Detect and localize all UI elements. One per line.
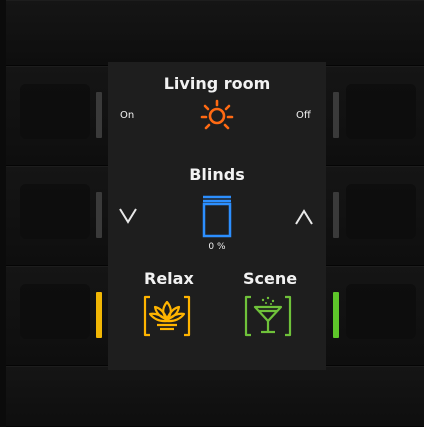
- room-title: Living room: [163, 74, 271, 93]
- led-right-top: [333, 92, 339, 138]
- left-button-top[interactable]: [20, 84, 90, 139]
- light-bulb-icon[interactable]: [200, 98, 234, 132]
- panel-row-5: [6, 366, 424, 427]
- blinds-icon[interactable]: [201, 194, 233, 238]
- panel-row-1: [6, 0, 424, 66]
- led-right-middle: [333, 192, 339, 238]
- led-right-bottom: [333, 292, 339, 338]
- lotus-icon[interactable]: [143, 294, 191, 338]
- led-left-bottom: [96, 292, 102, 338]
- on-label[interactable]: On: [120, 110, 134, 121]
- scene-label: Scene: [243, 269, 298, 288]
- scene-relax-label: Relax: [144, 269, 194, 288]
- cocktail-icon[interactable]: [244, 294, 292, 338]
- chevron-down-icon[interactable]: [118, 207, 138, 225]
- led-left-middle: [96, 192, 102, 238]
- chevron-up-icon[interactable]: [294, 208, 314, 226]
- right-button-bottom[interactable]: [346, 284, 416, 339]
- led-left-top: [96, 92, 102, 138]
- blinds-position-value: 0 %: [208, 242, 226, 252]
- left-button-middle[interactable]: [20, 184, 90, 239]
- display-screen: Living room On Off Blinds 0 % Relax Scen…: [108, 62, 326, 370]
- off-label[interactable]: Off: [296, 110, 311, 121]
- blinds-title: Blinds: [189, 165, 245, 184]
- left-button-bottom[interactable]: [20, 284, 90, 339]
- right-button-top[interactable]: [346, 84, 416, 139]
- right-button-middle[interactable]: [346, 184, 416, 239]
